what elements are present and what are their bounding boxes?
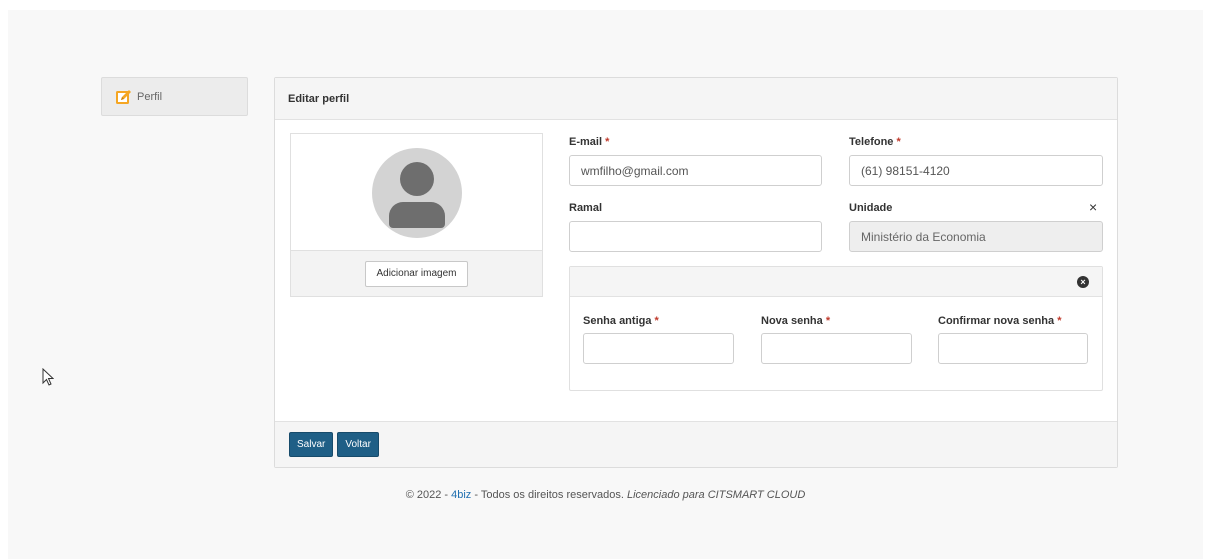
sidebar-item-perfil[interactable]: Perfil — [101, 77, 248, 116]
senha-antiga-label: Senha antiga * — [583, 315, 659, 327]
mouse-pointer-icon — [42, 368, 54, 386]
panel-title: Editar perfil — [275, 78, 1117, 120]
email-field[interactable]: wmfilho@gmail.com — [569, 155, 822, 186]
telefone-label: Telefone * — [849, 136, 901, 148]
edit-icon — [115, 88, 133, 106]
avatar-card-footer: Adicionar imagem — [291, 250, 542, 296]
ramal-field[interactable] — [569, 221, 822, 252]
senha-antiga-field[interactable] — [583, 333, 734, 364]
unidade-field: Ministério da Economia — [849, 221, 1103, 252]
avatar-placeholder-icon — [372, 148, 462, 238]
unidade-label: Unidade — [849, 202, 893, 214]
nova-senha-label: Nova senha * — [761, 315, 831, 327]
back-button[interactable]: Voltar — [337, 432, 379, 457]
panel-footer: Salvar Voltar — [275, 421, 1117, 467]
email-label: E-mail * — [569, 136, 610, 148]
brand-link[interactable]: 4biz — [451, 489, 471, 501]
sidebar-item-label: Perfil — [137, 90, 163, 103]
telefone-field[interactable]: (61) 98151-4120 — [849, 155, 1103, 186]
confirmar-senha-field[interactable] — [938, 333, 1088, 364]
page-footer: © 2022 - 4biz - Todos os direitos reserv… — [405, 489, 806, 501]
save-button[interactable]: Salvar — [289, 432, 334, 457]
ramal-label: Ramal — [569, 202, 603, 214]
nova-senha-field[interactable] — [761, 333, 912, 364]
change-password-header: × — [570, 267, 1102, 297]
confirmar-senha-label: Confirmar nova senha * — [938, 315, 1062, 327]
close-password-icon[interactable]: × — [1077, 276, 1089, 288]
change-password-box: × Senha antiga * Nova senha * Confirmar … — [569, 266, 1103, 391]
clear-unidade-icon[interactable]: × — [1089, 200, 1097, 214]
edit-profile-panel: Editar perfil Adicionar imagem E-mail * … — [274, 77, 1118, 468]
add-image-button[interactable]: Adicionar imagem — [365, 260, 468, 287]
avatar-card: Adicionar imagem — [290, 133, 543, 297]
